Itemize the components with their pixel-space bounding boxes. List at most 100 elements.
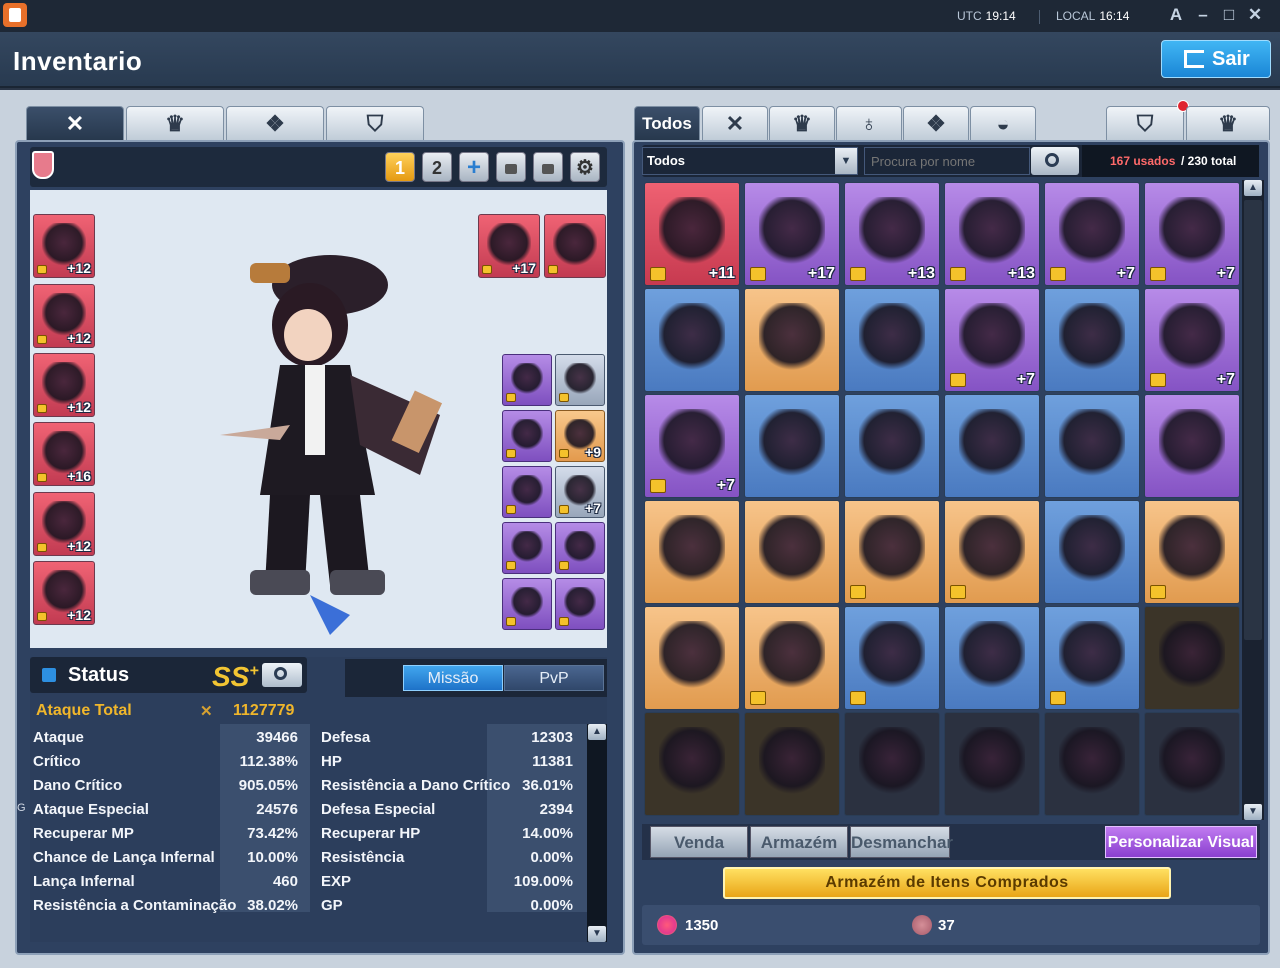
accessory-slot[interactable]: +7: [555, 466, 605, 518]
accessory-slot[interactable]: [555, 522, 605, 574]
maximize-button[interactable]: □: [1219, 5, 1239, 25]
equip-slot-head[interactable]: +12: [33, 214, 95, 278]
tab-pets-inv[interactable]: ❖: [903, 106, 969, 140]
accessory-slot[interactable]: [555, 578, 605, 630]
scroll-down-icon[interactable]: ▼: [588, 926, 606, 942]
status-scrollbar[interactable]: ▲ ▼: [587, 724, 607, 942]
inventory-item[interactable]: [744, 712, 840, 816]
inventory-item[interactable]: +11: [644, 182, 740, 286]
tab-mission[interactable]: Missão: [403, 665, 503, 691]
tab-accessories[interactable]: ♛: [126, 106, 224, 140]
accessory-slot[interactable]: [502, 466, 552, 518]
inventory-item[interactable]: +7: [944, 288, 1040, 392]
tab-bag[interactable]: ◒: [970, 106, 1036, 140]
purchased-items-storage-button[interactable]: Armazém de Itens Comprados: [723, 867, 1171, 899]
tab-armor-inv[interactable]: ♛: [769, 106, 835, 140]
font-size-button[interactable]: A: [1166, 5, 1186, 25]
tab-shield[interactable]: ⛉: [326, 106, 424, 140]
inventory-item[interactable]: [744, 288, 840, 392]
tab-weapons[interactable]: ✕: [26, 106, 124, 140]
inventory-item[interactable]: [944, 500, 1040, 604]
scroll-thumb[interactable]: [1244, 200, 1262, 640]
equip-slot-weapon[interactable]: +17: [478, 214, 540, 278]
exit-button[interactable]: Sair: [1161, 40, 1271, 78]
accessory-slot[interactable]: [502, 578, 552, 630]
tab-pets[interactable]: ❖: [226, 106, 324, 140]
locked-set-1-button[interactable]: [496, 152, 526, 182]
inventory-item[interactable]: [844, 712, 940, 816]
status-detail-button[interactable]: [262, 663, 302, 687]
inventory-scrollbar[interactable]: ▲ ▼: [1242, 180, 1264, 820]
inventory-item[interactable]: [1044, 394, 1140, 498]
inventory-item[interactable]: +7: [1144, 288, 1240, 392]
inventory-item[interactable]: [844, 500, 940, 604]
inventory-item[interactable]: [1144, 394, 1240, 498]
inventory-item[interactable]: [844, 394, 940, 498]
close-window-button[interactable]: ✕: [1245, 5, 1265, 25]
tab-pvp[interactable]: PvP: [504, 665, 604, 691]
customize-visual-button[interactable]: Personalizar Visual: [1105, 826, 1257, 858]
search-input[interactable]: [864, 147, 1030, 175]
equip-set-2-button[interactable]: 2: [422, 152, 452, 182]
equip-slot-top[interactable]: +12: [33, 284, 95, 348]
inventory-item[interactable]: [1144, 712, 1240, 816]
inventory-item[interactable]: [944, 606, 1040, 710]
stat-label: Resistência a Contaminação: [33, 897, 237, 914]
inventory-item[interactable]: [1144, 500, 1240, 604]
accessory-slot[interactable]: [502, 522, 552, 574]
inventory-item[interactable]: +17: [744, 182, 840, 286]
inventory-item[interactable]: +7: [644, 394, 740, 498]
minimize-button[interactable]: –: [1193, 5, 1213, 25]
inventory-item[interactable]: [944, 394, 1040, 498]
tab-consumables[interactable]: ♁: [836, 106, 902, 140]
inventory-item[interactable]: [1044, 500, 1140, 604]
category-dropdown[interactable]: Todos ▼: [642, 147, 858, 175]
equip-slot-gloves[interactable]: +16: [33, 422, 95, 486]
settings-button[interactable]: ⚙: [570, 152, 600, 182]
inventory-item[interactable]: [844, 288, 940, 392]
inventory-item[interactable]: [644, 606, 740, 710]
item-art: [659, 197, 725, 267]
inventory-item[interactable]: [644, 712, 740, 816]
tab-all[interactable]: Todos: [634, 106, 700, 140]
chevron-down-icon[interactable]: ▼: [835, 148, 857, 174]
equip-slot-wings[interactable]: +12: [33, 561, 95, 625]
inventory-item[interactable]: [1144, 606, 1240, 710]
inventory-item[interactable]: +13: [844, 182, 940, 286]
inventory-item[interactable]: [1044, 288, 1140, 392]
locked-set-2-button[interactable]: [533, 152, 563, 182]
inventory-item[interactable]: +13: [944, 182, 1040, 286]
search-button[interactable]: [1031, 147, 1079, 175]
equip-slot-sub-weapon[interactable]: [544, 214, 606, 278]
inventory-item[interactable]: [744, 606, 840, 710]
accessory-slot[interactable]: [555, 354, 605, 406]
scroll-up-icon[interactable]: ▲: [588, 724, 606, 740]
inventory-item[interactable]: [1044, 606, 1140, 710]
scroll-up-icon[interactable]: ▲: [1244, 180, 1262, 196]
equip-slot-bottom[interactable]: +12: [33, 353, 95, 417]
accessory-slot[interactable]: +9: [555, 410, 605, 462]
stat-value: 0.00%: [530, 897, 573, 914]
sell-button[interactable]: Venda: [650, 826, 748, 858]
tab-shield-inv[interactable]: ⛉: [1106, 106, 1184, 140]
add-set-button[interactable]: +: [459, 152, 489, 182]
scroll-down-icon[interactable]: ▼: [1244, 804, 1262, 820]
inventory-item[interactable]: [1044, 712, 1140, 816]
accessory-slot[interactable]: [502, 410, 552, 462]
inventory-item[interactable]: [644, 500, 740, 604]
equip-slot-shoes[interactable]: +12: [33, 492, 95, 556]
tab-costume[interactable]: ♛: [1186, 106, 1270, 140]
inventory-item[interactable]: [744, 500, 840, 604]
storage-button[interactable]: Armazém: [750, 826, 848, 858]
inventory-item[interactable]: +7: [1144, 182, 1240, 286]
inventory-item[interactable]: [844, 606, 940, 710]
inventory-item[interactable]: [944, 712, 1040, 816]
inventory-item[interactable]: [744, 394, 840, 498]
inventory-item[interactable]: [644, 288, 740, 392]
inventory-item[interactable]: +7: [1044, 182, 1140, 286]
stat-value: 460: [272, 873, 298, 890]
equip-set-1-button[interactable]: 1: [385, 152, 415, 182]
dismantle-button[interactable]: Desmanchar: [850, 826, 953, 858]
accessory-slot[interactable]: [502, 354, 552, 406]
tab-weapons-inv[interactable]: ✕: [702, 106, 768, 140]
